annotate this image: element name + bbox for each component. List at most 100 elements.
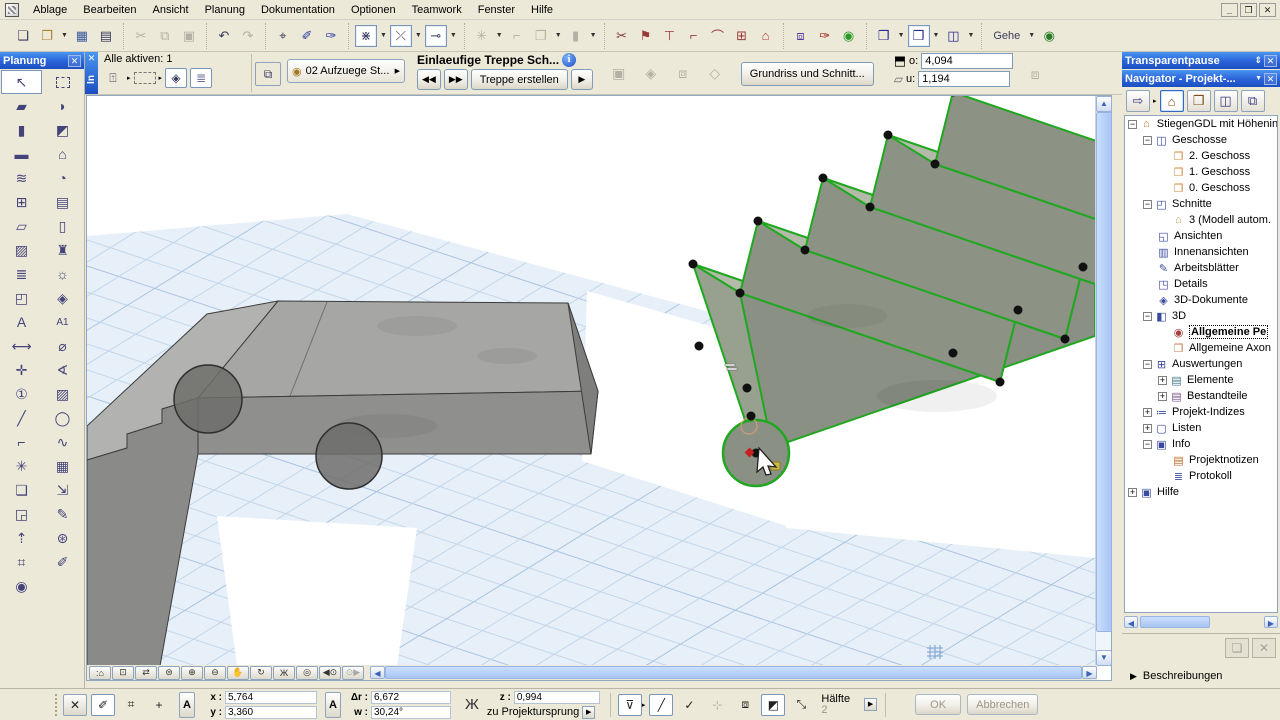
coordinate-constraint-button[interactable]: ✓ [677, 694, 701, 716]
walk-button[interactable]: Ж [273, 666, 295, 680]
column-profile-1[interactable] [174, 365, 242, 433]
close-tracker-button[interactable]: ✕ [63, 694, 87, 716]
gehe-menu-icon[interactable]: Gehe [988, 25, 1025, 47]
view-map-button[interactable]: ❒ [1187, 90, 1211, 112]
resize-icon[interactable]: ⊞ [731, 25, 753, 47]
tool-text[interactable]: A [1, 310, 42, 334]
tool-beam[interactable]: ▬ [1, 142, 42, 166]
navigator-menu-icon[interactable]: ▼ [1255, 75, 1262, 82]
tool-worksheet[interactable]: ✎ [42, 502, 83, 526]
tree-item-geschoss-2[interactable]: ❒2. Geschoss [1125, 148, 1277, 164]
tool-section[interactable]: ⇲ [42, 478, 83, 502]
home-zoom-button[interactable]: :⌂ [89, 666, 111, 680]
tree-item-arbeitsblaetter[interactable]: ✎Arbeitsblätter [1125, 260, 1277, 276]
nav-scroll-right-icon[interactable]: ▶ [1264, 616, 1278, 628]
marquee-3d-icon[interactable]: ⧈ [790, 25, 812, 47]
floor-plan-window-dropdown-icon[interactable]: ▼ [896, 32, 907, 39]
tree-item-innenansichten[interactable]: ▥Innenansichten [1125, 244, 1277, 260]
scroll-up-icon[interactable]: ▲ [1096, 96, 1112, 112]
toolbox-header[interactable]: Planung ✕ [0, 52, 84, 69]
tool-wall[interactable]: ▰ [1, 94, 42, 118]
probe-icon[interactable]: ✑ [814, 25, 836, 47]
teamwork-status-icon[interactable]: ◉ [1038, 25, 1060, 47]
info-icon[interactable]: i [562, 53, 576, 67]
orbit-button[interactable]: ↻ [250, 666, 272, 680]
pen-set-dropdown-icon[interactable]: ▼ [588, 32, 599, 39]
tool-select[interactable]: ↖ [1, 70, 42, 94]
menu-ansicht[interactable]: Ansicht [144, 2, 196, 18]
tree-item-geschosse[interactable]: −◫Geschosse [1125, 132, 1277, 148]
o-value-field[interactable]: 4,094 [921, 53, 1013, 69]
pan-arrows-button[interactable]: ⇄ [135, 666, 157, 680]
tree-item-listen[interactable]: +▢Listen [1125, 420, 1277, 436]
tree-item-geschoss-1[interactable]: ❒1. Geschoss [1125, 164, 1277, 180]
tool-angle-dimension[interactable]: ∢ [42, 358, 83, 382]
expand-panel-icon[interactable]: ⇕ [1254, 55, 1262, 66]
minimize-button[interactable]: _ [1221, 3, 1238, 17]
tool-label[interactable]: A1 [42, 310, 83, 334]
incline-button[interactable]: ╱ [649, 694, 673, 716]
project-chooser-button[interactable]: ⇨ [1126, 90, 1150, 112]
tree-item-hilfe[interactable]: +▣Hilfe [1125, 484, 1277, 500]
tree-item-projektnotizen[interactable]: ▤Projektnotizen [1125, 452, 1277, 468]
tool-detail[interactable]: ◲ [1, 502, 42, 526]
project-map-button[interactable]: ⌂ [1160, 90, 1184, 112]
tool-shell[interactable]: ◗ [42, 94, 83, 118]
horizontal-scrollbar[interactable]: ◀ ▶ [370, 665, 1097, 680]
snap-reference-button[interactable]: ⊽ [618, 694, 642, 716]
create-stair-button[interactable]: Treppe erstellen [471, 69, 568, 90]
tool-hotlink[interactable]: ⊛ [42, 526, 83, 550]
scroll-right-icon[interactable]: ▶ [1082, 666, 1097, 679]
absolute-toggle-polar[interactable]: A [325, 692, 341, 718]
navigator-header[interactable]: Navigator - Projekt-... ▼ ✕ [1122, 70, 1280, 87]
tree-item-perspektive[interactable]: ◉Allgemeine Pe [1125, 324, 1277, 340]
close-button[interactable]: ✕ [1259, 3, 1276, 17]
z-value-field[interactable]: 0,994 [514, 691, 600, 704]
menu-bearbeiten[interactable]: Bearbeiten [75, 2, 144, 18]
zoom-level-button[interactable]: ⊜ [158, 666, 180, 680]
print-icon[interactable]: ▤ [95, 25, 117, 47]
tree-item-projekt-indizes[interactable]: +≔Projekt-Indizes [1125, 404, 1277, 420]
collapse-icon[interactable]: − [1143, 312, 1152, 321]
zoom-in-button[interactable]: ⊕ [181, 666, 203, 680]
render-icon[interactable]: ◉ [838, 25, 860, 47]
split-icon[interactable]: ⚑ [635, 25, 657, 47]
u-value-field[interactable]: 1,194 [918, 71, 1010, 87]
3d-viewport[interactable]: ▲ ▼ :⌂⊡⇄⊜⊕⊖✋↻Ж◎◀⊙⊙▶ ◀ ▶ [86, 95, 1112, 681]
element-snap-icon[interactable]: ⊸ [425, 25, 447, 47]
tree-item-schnitt-3[interactable]: ⌂3 (Modell autom. [1125, 212, 1277, 228]
tool-circle[interactable]: ◯ [42, 406, 83, 430]
3d-scene[interactable] [87, 96, 1095, 666]
dr-value-field[interactable]: 6,672 [371, 691, 451, 704]
expand-icon[interactable]: + [1158, 376, 1167, 385]
snap-grid-dropdown-icon[interactable]: ▼ [494, 32, 505, 39]
grid-snap-button[interactable]: ⌗ [119, 694, 143, 716]
tool-skylight[interactable]: ◩ [42, 118, 83, 142]
w-value-field[interactable]: 30,24° [371, 706, 451, 719]
tree-item-info[interactable]: −▣Info [1125, 436, 1277, 452]
layer-combination-dropdown-icon[interactable]: ▼ [553, 32, 564, 39]
layout-book-button[interactable]: ◫ [1214, 90, 1238, 112]
tool-marquee[interactable] [42, 70, 83, 94]
descriptions-expand-icon[interactable]: ▶ [1130, 671, 1137, 682]
open-file-icon[interactable]: ❐ [36, 25, 58, 47]
tree-item-ansichten[interactable]: ◱Ansichten [1125, 228, 1277, 244]
tool-slab[interactable]: ▱ [1, 214, 42, 238]
tool-window[interactable]: ⊞ [1, 190, 42, 214]
trim-icon[interactable]: ✂ [611, 25, 633, 47]
restore-button[interactable]: ❐ [1240, 3, 1257, 17]
stair-symbol-button[interactable]: ≣ [190, 68, 212, 88]
tool-stair[interactable]: ≣ [1, 262, 42, 286]
inject-parameters-icon[interactable]: ✑ [320, 25, 342, 47]
fit-in-window-button[interactable]: ⊡ [112, 666, 134, 680]
roof-accessory-icon[interactable]: ⌂ [755, 25, 777, 47]
section-window-icon[interactable]: ◫ [942, 25, 964, 47]
tree-item-bestandteile[interactable]: +▤Bestandteile [1125, 388, 1277, 404]
element-snap-dropdown-icon[interactable]: ▼ [448, 32, 459, 39]
vertical-scrollbar[interactable]: ▲ ▼ [1095, 96, 1111, 666]
tool-lamp[interactable]: ☼ [42, 262, 83, 286]
menu-ablage[interactable]: Ablage [25, 2, 75, 18]
expand-icon[interactable]: + [1143, 424, 1152, 433]
floor-plan-window-icon[interactable]: ❒ [873, 25, 895, 47]
nav-scroll-left-icon[interactable]: ◀ [1124, 616, 1138, 628]
